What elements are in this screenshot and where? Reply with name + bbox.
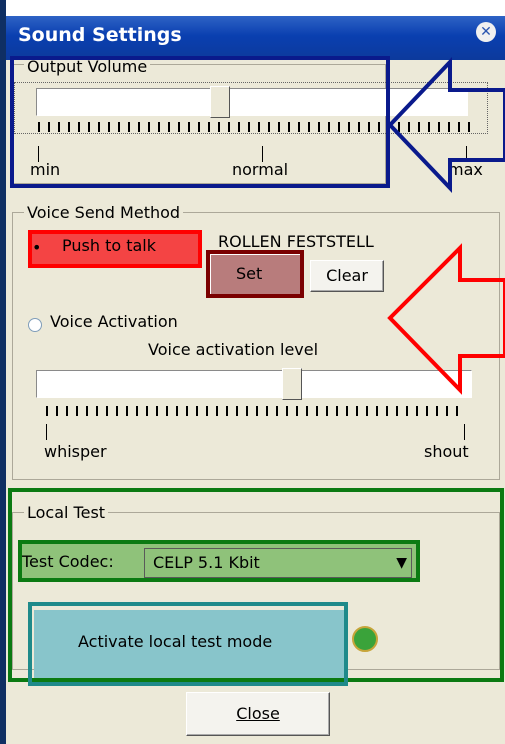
annotation-arrows bbox=[387, 57, 505, 395]
blue-arrow bbox=[387, 57, 505, 193]
red-arrow bbox=[387, 243, 505, 395]
